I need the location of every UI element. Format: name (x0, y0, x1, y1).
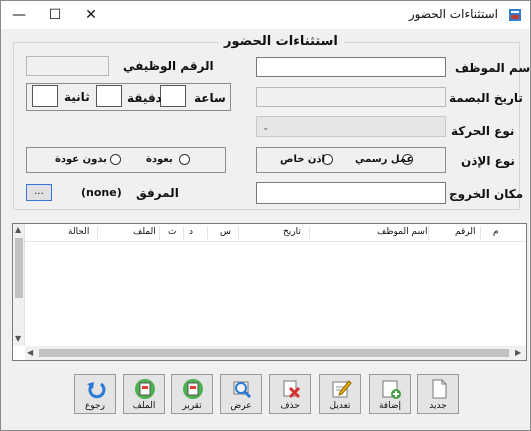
employee-id-field[interactable] (26, 56, 109, 76)
minute-label: دقيقة (127, 91, 162, 105)
official-work-label: عمل رسمي (355, 154, 414, 165)
edit-button[interactable]: تعديل (319, 374, 361, 414)
report-icon (183, 379, 203, 399)
title-bar: — ☐ ✕ استثناءات الحضور (1, 1, 530, 29)
close-icon: ✕ (85, 7, 97, 23)
exit-place-label: مكان الخروج (449, 187, 524, 201)
without-return-radio[interactable] (110, 154, 121, 165)
col-serial[interactable]: م (493, 227, 499, 237)
exceptions-list[interactable]: م الرقم اسم الموظف تاريخ س د ث الملف الح… (12, 223, 527, 361)
add-label: إضافة (378, 401, 401, 411)
close-button[interactable]: ✕ (73, 1, 109, 29)
list-header: م الرقم اسم الموظف تاريخ س د ث الملف الح… (25, 224, 525, 242)
scroll-left-icon[interactable]: ◀ (27, 348, 33, 357)
minimize-button[interactable]: — (1, 1, 37, 29)
col-number[interactable]: الرقم (455, 227, 476, 237)
new-document-icon (432, 379, 447, 399)
view-label: عرض (230, 401, 252, 411)
back-button[interactable]: رجوع (74, 374, 116, 414)
group-legend: استثناءات الحضور (218, 34, 344, 49)
exit-place-field[interactable] (256, 182, 446, 204)
scroll-right-icon[interactable]: ▶ (515, 348, 521, 357)
vertical-scroll-thumb[interactable] (15, 238, 23, 298)
col-second[interactable]: ث (168, 227, 176, 237)
movement-type-label: نوع الحركة (451, 124, 515, 138)
file-label: الملف (132, 401, 156, 411)
delete-icon (283, 380, 301, 399)
horizontal-scrollbar[interactable]: ◀ ▶ (25, 346, 526, 360)
col-file[interactable]: الملف (133, 227, 156, 237)
edit-label: تعديل (329, 401, 351, 411)
col-employee-name[interactable]: اسم الموظف (377, 227, 427, 237)
second-field[interactable] (32, 85, 58, 107)
vertical-scrollbar[interactable]: ▲ ▼ (13, 224, 25, 346)
second-label: ثانية (64, 90, 90, 104)
add-icon (382, 380, 401, 399)
browse-button[interactable]: ... (26, 184, 52, 201)
delete-label: حذف (280, 401, 300, 411)
back-arrow-icon (87, 382, 106, 399)
new-label: جديد (429, 401, 447, 411)
minimize-icon: — (12, 7, 26, 23)
view-button[interactable]: عرض (220, 374, 262, 414)
attachment-value: (none) (81, 186, 122, 199)
maximize-button[interactable]: ☐ (37, 1, 73, 29)
attachment-label: المرفق (136, 186, 179, 200)
employee-name-label: اسم الموظف (455, 61, 531, 75)
col-status[interactable]: الحالة (68, 227, 89, 237)
movement-type-dropdown[interactable]: ⌄ (256, 116, 446, 137)
without-return-label: بدون عودة (55, 154, 107, 165)
chevron-down-icon: ⌄ (262, 123, 270, 133)
add-button[interactable]: إضافة (369, 374, 411, 414)
attendance-exceptions-window: — ☐ ✕ استثناءات الحضور استثناءات الحضور … (0, 0, 531, 431)
col-minute[interactable]: د (189, 227, 193, 237)
file-icon (135, 379, 155, 399)
scroll-up-icon[interactable]: ▲ (15, 225, 21, 234)
private-leave-label: اذن خاص (280, 154, 325, 165)
back-label: رجوع (85, 401, 105, 411)
permission-type-label: نوع الإذن (461, 154, 515, 168)
file-button[interactable]: الملف (123, 374, 165, 414)
magnifier-icon (233, 381, 252, 399)
horizontal-scroll-thumb[interactable] (39, 349, 509, 357)
scroll-down-icon[interactable]: ▼ (15, 334, 21, 343)
with-return-radio[interactable] (179, 154, 190, 165)
hour-field[interactable] (160, 85, 186, 107)
edit-icon (332, 380, 352, 398)
delete-button[interactable]: حذف (269, 374, 311, 414)
col-hour[interactable]: س (220, 227, 231, 237)
employee-id-label: الرقم الوظيفي (123, 59, 214, 73)
report-button[interactable]: تقرير (171, 374, 213, 414)
maximize-icon: ☐ (48, 7, 62, 23)
app-icon (509, 9, 521, 21)
fingerprint-date-label: تاريخ البصمة (449, 91, 523, 105)
report-label: تقرير (182, 401, 202, 411)
hour-label: ساعة (194, 91, 226, 105)
window-title: استثناءات الحضور (408, 7, 498, 21)
col-date[interactable]: تاريخ (283, 227, 301, 237)
with-return-label: بعودة (146, 154, 173, 165)
fingerprint-date-field[interactable] (256, 87, 446, 107)
new-button[interactable]: جديد (417, 374, 459, 414)
minute-field[interactable] (96, 85, 122, 107)
employee-name-field[interactable] (256, 57, 446, 77)
